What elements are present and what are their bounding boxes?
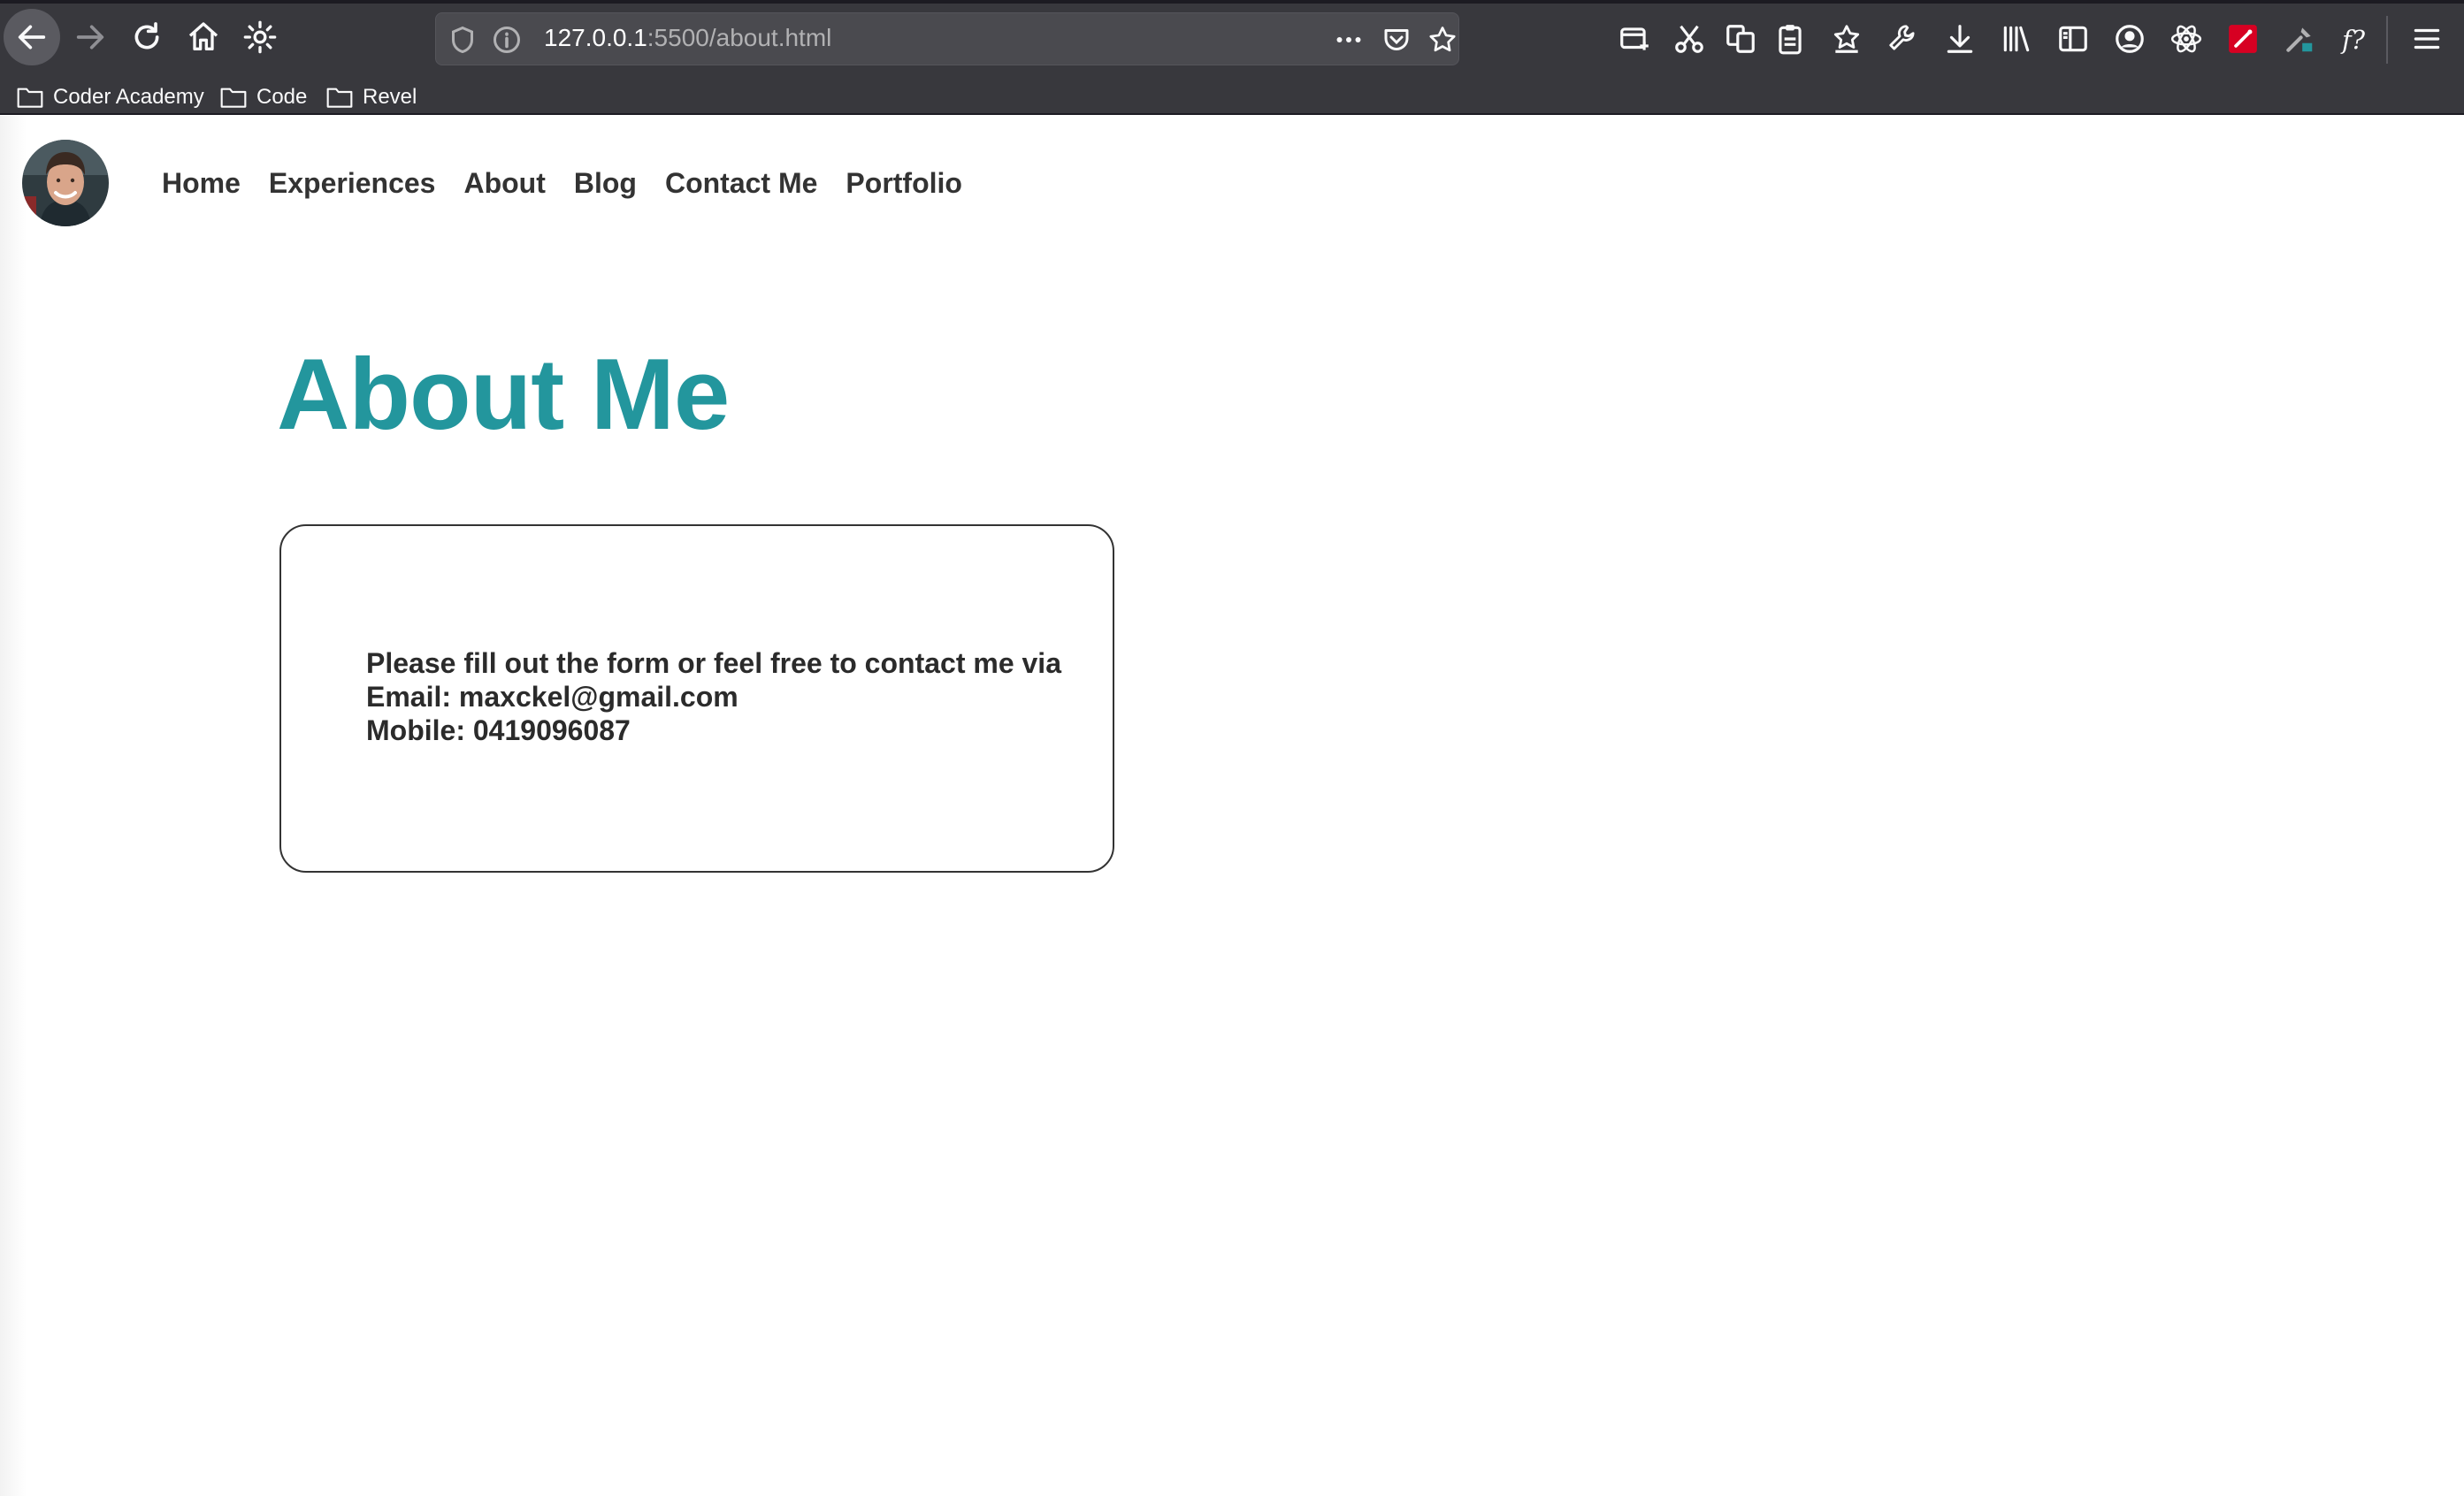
folder-icon — [220, 88, 247, 108]
wrench-icon[interactable] — [1884, 19, 1923, 58]
contact-mobile: Mobile: 0419096087 — [366, 714, 631, 746]
bookmark-folder-coder-academy[interactable]: Coder Academy — [16, 80, 204, 115]
cut-icon[interactable] — [1670, 19, 1709, 58]
copy-icon[interactable] — [1721, 19, 1760, 58]
web-page: Home Experiences About Blog Contact Me P… — [0, 116, 2464, 1496]
site-info-icon[interactable] — [491, 24, 523, 56]
react-devtools-icon[interactable] — [2167, 19, 2206, 58]
forward-arrow-icon — [76, 25, 104, 50]
page-actions-icon[interactable] — [1333, 24, 1365, 56]
page-edge-shadow — [0, 116, 27, 1496]
browser-toolbar: 127.0.0.1:5500/about.html f? — [0, 0, 2464, 80]
reading-list-icon[interactable] — [1827, 19, 1866, 58]
bookmarks-bar: Coder Academy Code Revel — [0, 80, 2464, 115]
site-nav: Home Experiences About Blog Contact Me P… — [162, 167, 962, 200]
page-title: About Me — [277, 339, 730, 451]
clipboard-icon[interactable] — [1771, 19, 1810, 58]
url-text[interactable]: 127.0.0.1:5500/about.html — [544, 24, 831, 52]
contact-intro: Please fill out the form or feel free to… — [366, 647, 1061, 679]
account-icon[interactable] — [2110, 19, 2149, 58]
bookmark-folder-revel[interactable]: Revel — [325, 80, 417, 115]
tracking-shield-icon[interactable] — [447, 24, 478, 56]
bookmark-label: Coder Academy — [53, 85, 204, 109]
nav-link-portfolio[interactable]: Portfolio — [846, 167, 962, 200]
avatar[interactable] — [22, 140, 109, 226]
contact-details: Please fill out the form or feel free to… — [366, 646, 1061, 747]
library-icon[interactable] — [1997, 19, 2036, 58]
back-arrow-icon — [18, 25, 46, 50]
folder-icon — [326, 88, 353, 108]
settings-gear-icon — [243, 20, 277, 54]
url-host: 127.0.0.1 — [544, 24, 647, 51]
reload-button[interactable] — [119, 9, 175, 65]
nav-link-about[interactable]: About — [463, 167, 545, 200]
back-button[interactable] — [4, 9, 60, 65]
nav-link-blog[interactable]: Blog — [574, 167, 637, 200]
font-finder-icon[interactable]: f? — [2337, 19, 2376, 58]
folder-icon — [17, 88, 43, 108]
bookmark-star-icon[interactable] — [1427, 24, 1458, 56]
url-path: :5500/about.html — [647, 24, 832, 51]
bookmark-label: Code — [256, 85, 308, 109]
home-button[interactable] — [175, 9, 232, 65]
nav-link-contact-me[interactable]: Contact Me — [665, 167, 817, 200]
screenshot-icon[interactable] — [1615, 19, 1654, 58]
toolbar-separator — [2386, 16, 2388, 64]
bookmark-label: Revel — [363, 85, 417, 109]
hamburger-menu-icon[interactable] — [2407, 19, 2446, 58]
nav-link-home[interactable]: Home — [162, 167, 241, 200]
download-icon[interactable] — [1940, 19, 1979, 58]
nav-link-experiences[interactable]: Experiences — [269, 167, 436, 200]
pocket-icon[interactable] — [1381, 24, 1412, 56]
sidebar-icon[interactable] — [2054, 19, 2093, 58]
color-picker-icon[interactable] — [2280, 19, 2319, 58]
reload-icon — [134, 22, 159, 50]
home-icon — [188, 22, 218, 50]
contact-card: Please fill out the form or feel free to… — [279, 524, 1114, 873]
bookmark-folder-code[interactable]: Code — [219, 80, 307, 115]
svg-text:f?: f? — [2340, 26, 2366, 55]
extension-red-icon[interactable] — [2223, 19, 2262, 58]
contact-email: Email: maxckel@gmail.com — [366, 681, 738, 713]
settings-button[interactable] — [232, 9, 288, 65]
url-bar[interactable]: 127.0.0.1:5500/about.html — [435, 12, 1459, 65]
tab-strip — [0, 0, 2464, 4]
forward-button[interactable] — [62, 9, 119, 65]
